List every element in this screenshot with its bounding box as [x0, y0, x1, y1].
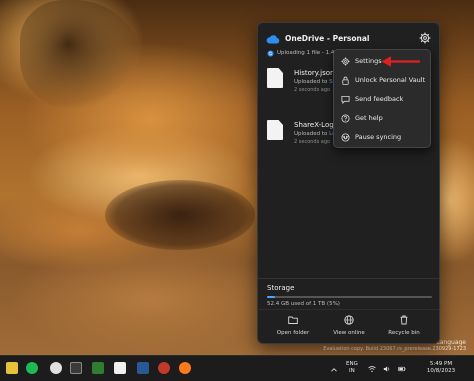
file-location: Uploaded to Lo: [294, 131, 336, 137]
taskbar: ENG IN 5:49 PM 10/8/2023: [0, 355, 474, 381]
lock-icon: [342, 76, 349, 85]
action-label: View online: [333, 330, 365, 336]
feedback-icon: [341, 95, 350, 104]
chevron-up-icon[interactable]: [330, 366, 338, 374]
annotation-arrow: [381, 56, 420, 67]
clock[interactable]: 5:49 PM 10/8/2023: [423, 361, 459, 375]
clock-time: 5:49 PM: [429, 361, 453, 367]
storage-progress-bar: [267, 296, 432, 298]
file-icon: [267, 68, 283, 88]
battery-icon[interactable]: [398, 365, 406, 373]
app-icon-red[interactable]: [158, 362, 170, 374]
menu-label: Pause syncing: [355, 133, 402, 141]
storage-progress-fill: [267, 296, 276, 298]
sync-icon: [267, 50, 274, 57]
view-online-button[interactable]: View online: [319, 315, 379, 341]
action-label: Open folder: [276, 330, 310, 336]
wifi-icon[interactable]: [368, 365, 376, 373]
cloud-icon: [266, 35, 280, 44]
open-folder-button[interactable]: Open folder: [263, 315, 323, 341]
file-explorer-icon[interactable]: [6, 362, 18, 374]
menu-label: Send feedback: [355, 95, 404, 103]
menu-label: Settings: [355, 57, 382, 65]
action-label: Recycle bin: [388, 330, 420, 336]
file-location: Uploaded to St: [294, 79, 335, 85]
gear-icon: [341, 57, 350, 66]
wallpaper-arch-shadow: [105, 180, 255, 250]
app-icon[interactable]: [70, 362, 82, 374]
file-time: 2 seconds ago: [294, 87, 331, 93]
help-icon: [341, 114, 350, 123]
globe-icon: [344, 315, 354, 325]
menu-item-unlock-vault[interactable]: Unlock Personal Vault: [334, 71, 430, 90]
file-icon: [267, 120, 283, 140]
chevron-down-icon: [342, 135, 349, 140]
menu-label: Unlock Personal Vault: [355, 76, 426, 84]
storage-title: Storage: [267, 284, 295, 292]
menu-item-pause-syncing[interactable]: Pause syncing: [334, 128, 430, 147]
language-indicator[interactable]: ENG IN: [346, 361, 358, 375]
recycle-bin-button[interactable]: Recycle bin: [374, 315, 434, 341]
clock-date: 10/8/2023: [426, 368, 456, 374]
menu-item-send-feedback[interactable]: Send feedback: [334, 90, 430, 109]
divider: [258, 309, 439, 310]
watermark-line-2: Evaluation copy. Build 23067.rs_prerelea…: [323, 346, 466, 352]
flyout-title: OneDrive - Personal: [285, 34, 370, 43]
word-icon[interactable]: [137, 362, 149, 374]
file-time: 2 seconds ago: [294, 139, 331, 145]
app-icon-white[interactable]: [114, 362, 126, 374]
file-name: History.json: [294, 69, 335, 77]
storage-usage-text: 52.4 GB used of 1 TB (5%): [267, 301, 340, 307]
menu-label: Get help: [355, 114, 383, 122]
trash-icon: [400, 315, 408, 325]
pokeball-app-icon[interactable]: [50, 362, 62, 374]
menu-item-get-help[interactable]: Get help: [334, 109, 430, 128]
settings-gear-button[interactable]: [419, 32, 431, 44]
firefox-icon[interactable]: [179, 362, 191, 374]
divider: [258, 278, 439, 279]
volume-icon[interactable]: [383, 365, 391, 373]
spotify-icon[interactable]: [26, 362, 38, 374]
app-icon-green[interactable]: [92, 362, 104, 374]
folder-icon: [288, 316, 298, 324]
